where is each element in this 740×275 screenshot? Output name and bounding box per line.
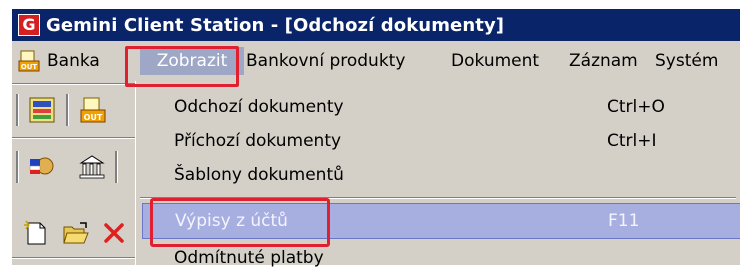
toolbar-separator xyxy=(115,151,118,183)
annotation-highlight-item xyxy=(150,198,330,247)
menu-bar: OUT Banka Zobrazit Bankovní produkty Dok… xyxy=(12,41,740,81)
toolbar-grip xyxy=(16,151,19,183)
open-folder-icon[interactable] xyxy=(62,219,90,247)
app-logo-icon: G xyxy=(18,14,40,36)
menu-item-shortcut: Ctrl+O xyxy=(607,97,665,117)
menu-item-shortcut: Ctrl+I xyxy=(607,131,657,151)
menu-system[interactable]: Systém xyxy=(655,49,718,73)
svg-text:OUT: OUT xyxy=(84,113,103,122)
menu-item-prichozi-dokumenty[interactable]: Příchozí dokumenty Ctrl+I xyxy=(136,124,740,158)
menu-item-shortcut: F11 xyxy=(608,211,640,231)
menu-dokument[interactable]: Dokument xyxy=(451,49,539,73)
toolbar-divider xyxy=(12,257,135,259)
toolbar-grip xyxy=(16,94,19,126)
annotation-highlight-menu xyxy=(125,46,239,87)
delete-icon[interactable] xyxy=(100,219,128,247)
toolbar-divider xyxy=(12,83,135,85)
toolbar-divider xyxy=(12,137,135,139)
exchange-rates-icon[interactable] xyxy=(28,153,56,181)
new-document-icon[interactable] xyxy=(22,219,50,247)
statements-icon[interactable] xyxy=(28,96,56,124)
menu-item-sablony-dokumentu[interactable]: Šablony dokumentů xyxy=(136,158,740,192)
toolbar-separator xyxy=(66,94,69,126)
menu-banka[interactable]: Banka xyxy=(47,49,100,73)
menu-item-odchozi-dokumenty[interactable]: Odchozí dokumenty Ctrl+O xyxy=(136,90,740,124)
title-bar: G Gemini Client Station - [Odchozí dokum… xyxy=(12,9,740,41)
bank-icon[interactable] xyxy=(78,153,106,181)
window-title: Gemini Client Station - [Odchozí dokumen… xyxy=(46,14,505,36)
menu-item-label: Odchozí dokumenty xyxy=(174,97,344,117)
menu-zaznam[interactable]: Záznam xyxy=(569,49,638,73)
toolbar: OUT xyxy=(12,81,135,265)
menu-item-label: Příchozí dokumenty xyxy=(174,131,342,151)
outgoing-document-icon[interactable]: OUT xyxy=(79,96,107,124)
menu-item-label: Šablony dokumentů xyxy=(174,165,344,185)
bank-out-icon: OUT xyxy=(18,50,40,72)
menu-bankovni-produkty[interactable]: Bankovní produkty xyxy=(246,49,405,73)
svg-text:OUT: OUT xyxy=(21,63,38,71)
